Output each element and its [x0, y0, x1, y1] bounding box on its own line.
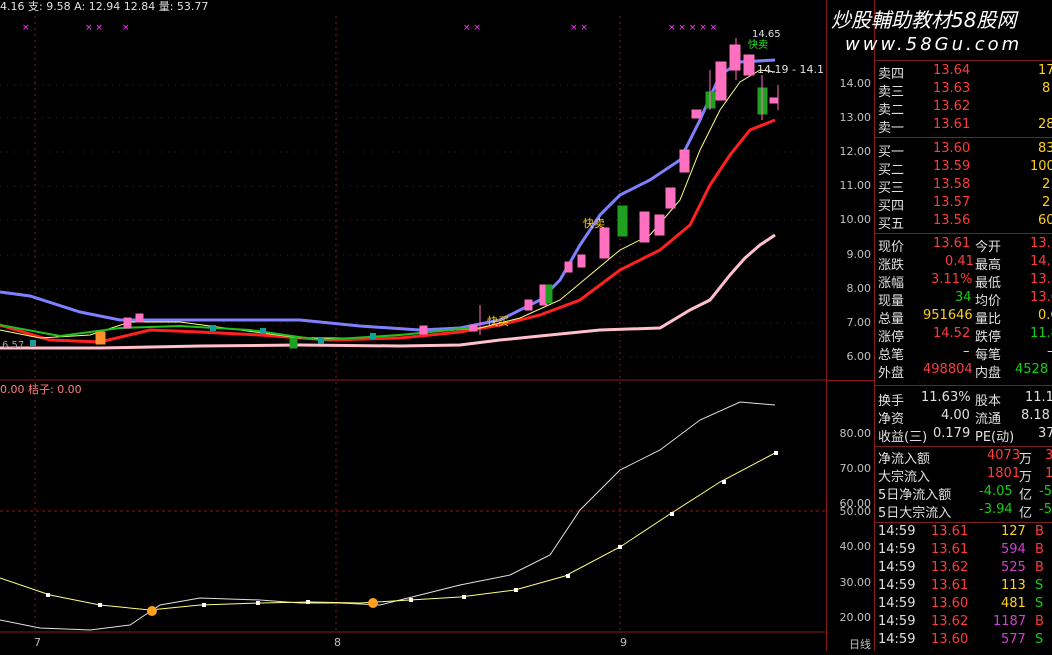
- axis-tick: 70.00: [839, 462, 872, 475]
- axis-tick: 9.00: [846, 248, 872, 261]
- orange-signal-dot: [147, 606, 157, 616]
- chart-canvas[interactable]: × × × × × × × × × × × × ×: [0, 0, 826, 651]
- quote-row: 现价13.61 今开13.7: [878, 236, 1052, 255]
- axis-tick: 40.00: [839, 540, 872, 553]
- axis-tick: 12.00: [839, 145, 872, 158]
- axis-tick: 11.00: [839, 179, 872, 192]
- fundamentals-row: 净资 4.00 流通 8.18: [878, 408, 1050, 427]
- orderbook-buy-4: 买四 13.57 2: [878, 195, 1051, 214]
- axis-tick: 80.00: [839, 427, 872, 440]
- tick-row: 14:59 13.61 594 B: [878, 542, 1044, 557]
- orderbook-buy-5: 买五 13.56 60: [878, 213, 1052, 232]
- sell-signal-label: 快卖: [583, 217, 605, 230]
- quote-row: 总量951646 量比0.6: [878, 308, 1052, 327]
- axis-tick: 13.00: [839, 111, 872, 124]
- tick-row: 14:59 13.62 1187 B: [878, 614, 1044, 629]
- watermark-title: 炒股輔助教材58股网: [831, 8, 1017, 32]
- sell-tag-top: 快卖: [748, 40, 768, 51]
- tick-row: 14:59 13.61 113 S: [878, 578, 1044, 593]
- ma-short-line: [0, 69, 776, 339]
- svg-text:× × × × ×: × × × × ×: [668, 23, 717, 33]
- orderbook-buy-2: 买二 13.59 100: [878, 159, 1052, 178]
- orderbook-sell-2: 卖二 13.62: [878, 99, 971, 118]
- flow-row: 大宗流入 1801 万1: [878, 466, 1052, 485]
- tick-row: 14:59 13.60 577 S: [878, 632, 1044, 647]
- fundamentals-row: 换手 11.63% 股本 11.1: [878, 390, 1052, 409]
- x-label-month: 9: [620, 636, 627, 649]
- quote-row: 总笔– 每笔–: [878, 344, 1052, 363]
- axis-tick: 7.00: [846, 316, 872, 329]
- period-label[interactable]: 日线: [849, 636, 871, 652]
- x-label-month: 7: [34, 636, 41, 649]
- osc-white-line: [0, 401, 776, 631]
- axis-tick: 30.00: [839, 576, 872, 589]
- quote-row: 外盘 498804 内盘 4528: [878, 362, 1049, 381]
- orderbook-buy-3: 买三 13.58 2: [878, 177, 1051, 196]
- svg-text:×: ×: [122, 23, 130, 33]
- flow-row: 5日大宗流入 -3.94 亿 -5: [878, 502, 1052, 521]
- price-axis: 14.00 13.00 12.00 11.00 10.00 9.00 8.00 …: [826, 0, 875, 651]
- axis-tick: 20.00: [839, 611, 872, 624]
- axis-tick: 8.00: [846, 282, 872, 295]
- axis-tick: 50.00: [839, 505, 872, 518]
- oscillator-header: 0.00 桔子: 0.00: [0, 383, 82, 396]
- watermark-url: www.58Gu.com: [845, 34, 1023, 55]
- flow-row: 5日净流入额 -4.05 亿 -5: [878, 484, 1052, 503]
- orange-signal-dot: [368, 598, 378, 608]
- buy-signal-label: 快买: [487, 315, 509, 328]
- svg-text:× ×: × ×: [570, 23, 588, 33]
- orderbook-sell-4: 卖四 13.64 17: [878, 63, 1052, 82]
- quote-row: 涨停14.52 跌停11.8: [878, 326, 1052, 345]
- axis-tick: 10.00: [839, 213, 872, 226]
- svg-text:×: ×: [22, 23, 30, 33]
- quote-row: 现量34 均价13.6: [878, 290, 1052, 309]
- tick-row: 14:59 13.60 481 S: [878, 596, 1044, 611]
- quote-panel: 炒股輔助教材58股网 www.58Gu.com 卖四 13.64 17 卖三 1…: [831, 0, 1052, 651]
- x-label-month: 8: [334, 636, 341, 649]
- tick-row: 14:59 13.62 525 B: [878, 560, 1044, 575]
- quote-row: 涨跌0.41 最高14.1: [878, 254, 1052, 273]
- fundamentals-row: 收益(三) 0.179 PE(动) 37: [878, 426, 1052, 445]
- indicator-header: 4.16 支: 9.58 A: 12.94 12.84 量: 53.77: [0, 0, 209, 13]
- orderbook-sell-3: 卖三 13.63 8: [878, 81, 1051, 100]
- orderbook-buy-1: 买一 13.60 83: [878, 141, 1052, 160]
- tick-row: 14:59 13.61 127 B: [878, 524, 1044, 539]
- kline-chart-area[interactable]: × × × × × × × × × × × × × 4.16 支: 9.58 A: 1…: [0, 0, 826, 651]
- axis-tick: 6.00: [846, 350, 872, 363]
- orderbook-sell-1: 卖一 13.61 28: [878, 117, 1052, 136]
- osc-yellow-line: [0, 452, 776, 611]
- axis-tick: 14.00: [839, 77, 872, 90]
- svg-text:× ×: × ×: [85, 23, 103, 33]
- flow-row: 净流入额 4073 万3: [878, 448, 1052, 467]
- quote-row: 涨幅3.11% 最低13.3: [878, 272, 1052, 291]
- svg-text:× ×: × ×: [463, 23, 481, 33]
- low-price-tag: 6.57: [2, 340, 25, 351]
- price-tag: 14.19 - 14.1: [757, 63, 824, 76]
